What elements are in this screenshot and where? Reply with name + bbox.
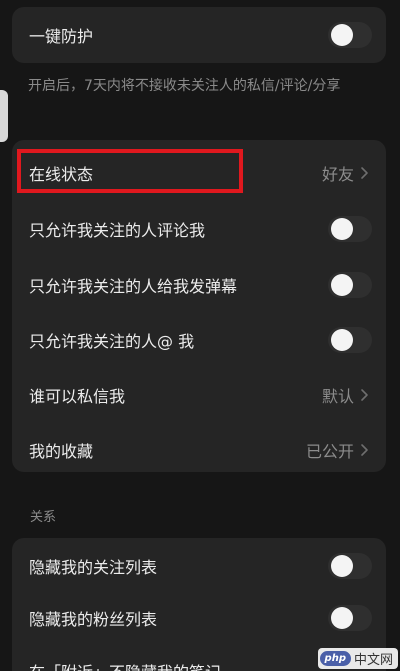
chevron-right-icon — [361, 444, 368, 456]
relations-section-title: 关系 — [30, 510, 57, 525]
site-watermark: php 中文网 — [317, 648, 398, 669]
hide-fans-toggle[interactable] — [328, 605, 372, 631]
hide-following-toggle[interactable] — [328, 553, 372, 579]
only-followed-mention-toggle[interactable] — [328, 327, 372, 353]
toggle-knob — [331, 607, 353, 629]
toggle-knob — [331, 218, 353, 240]
only-followed-comment-row[interactable]: 只允许我关注的人评论我 — [12, 201, 386, 257]
toggle-knob — [331, 555, 353, 577]
toggle-knob — [331, 274, 353, 296]
only-followed-mention-row[interactable]: 只允许我关注的人@ 我 — [12, 312, 386, 368]
only-followed-danmaku-label: 只允许我关注的人给我发弹幕 — [29, 277, 238, 296]
my-favorites-value: 已公开 — [305, 442, 354, 461]
one-click-protect-label: 一键防护 — [29, 27, 94, 46]
online-status-label: 在线状态 — [29, 165, 94, 184]
hide-following-label: 隐藏我的关注列表 — [29, 558, 158, 577]
protect-card: 一键防护 — [12, 7, 386, 63]
one-click-protect-toggle[interactable] — [328, 22, 372, 48]
hide-following-row[interactable]: 隐藏我的关注列表 — [12, 538, 386, 594]
online-status-row[interactable]: 在线状态 好友 — [12, 145, 386, 201]
who-can-message-row[interactable]: 谁可以私信我 默认 — [12, 367, 386, 423]
online-status-value: 好友 — [321, 165, 354, 184]
one-click-protect-row[interactable]: 一键防护 — [12, 7, 386, 63]
my-favorites-label: 我的收藏 — [29, 442, 94, 461]
settings-screen: 一键防护 开启后，7天内将不接收未关注人的私信/评论/分享 在线状态 好友 只允… — [0, 0, 400, 671]
watermark-text: 中文网 — [353, 653, 393, 668]
hide-fans-label: 隐藏我的粉丝列表 — [29, 610, 158, 629]
php-logo-icon: php — [319, 651, 351, 666]
only-followed-comment-toggle[interactable] — [328, 216, 372, 242]
only-followed-danmaku-row[interactable]: 只允许我关注的人给我发弹幕 — [12, 257, 386, 313]
protect-description: 开启后，7天内将不接收未关注人的私信/评论/分享 — [28, 78, 341, 94]
only-followed-danmaku-toggle[interactable] — [328, 272, 372, 298]
toggle-knob — [331, 24, 353, 46]
only-followed-comment-label: 只允许我关注的人评论我 — [29, 221, 206, 240]
my-favorites-row[interactable]: 我的收藏 已公开 — [12, 422, 386, 478]
who-can-message-value: 默认 — [321, 387, 354, 406]
only-followed-mention-label: 只允许我关注的人@ 我 — [29, 332, 195, 351]
side-drawer-handle[interactable] — [0, 90, 8, 142]
toggle-knob — [331, 329, 353, 351]
privacy-card: 在线状态 好友 只允许我关注的人评论我 只允许我关注的人给我发弹幕 只允许我关注… — [12, 140, 386, 472]
who-can-message-label: 谁可以私信我 — [29, 387, 126, 406]
chevron-right-icon — [361, 389, 368, 401]
chevron-right-icon — [361, 167, 368, 179]
hide-fans-row[interactable]: 隐藏我的粉丝列表 — [12, 590, 386, 646]
